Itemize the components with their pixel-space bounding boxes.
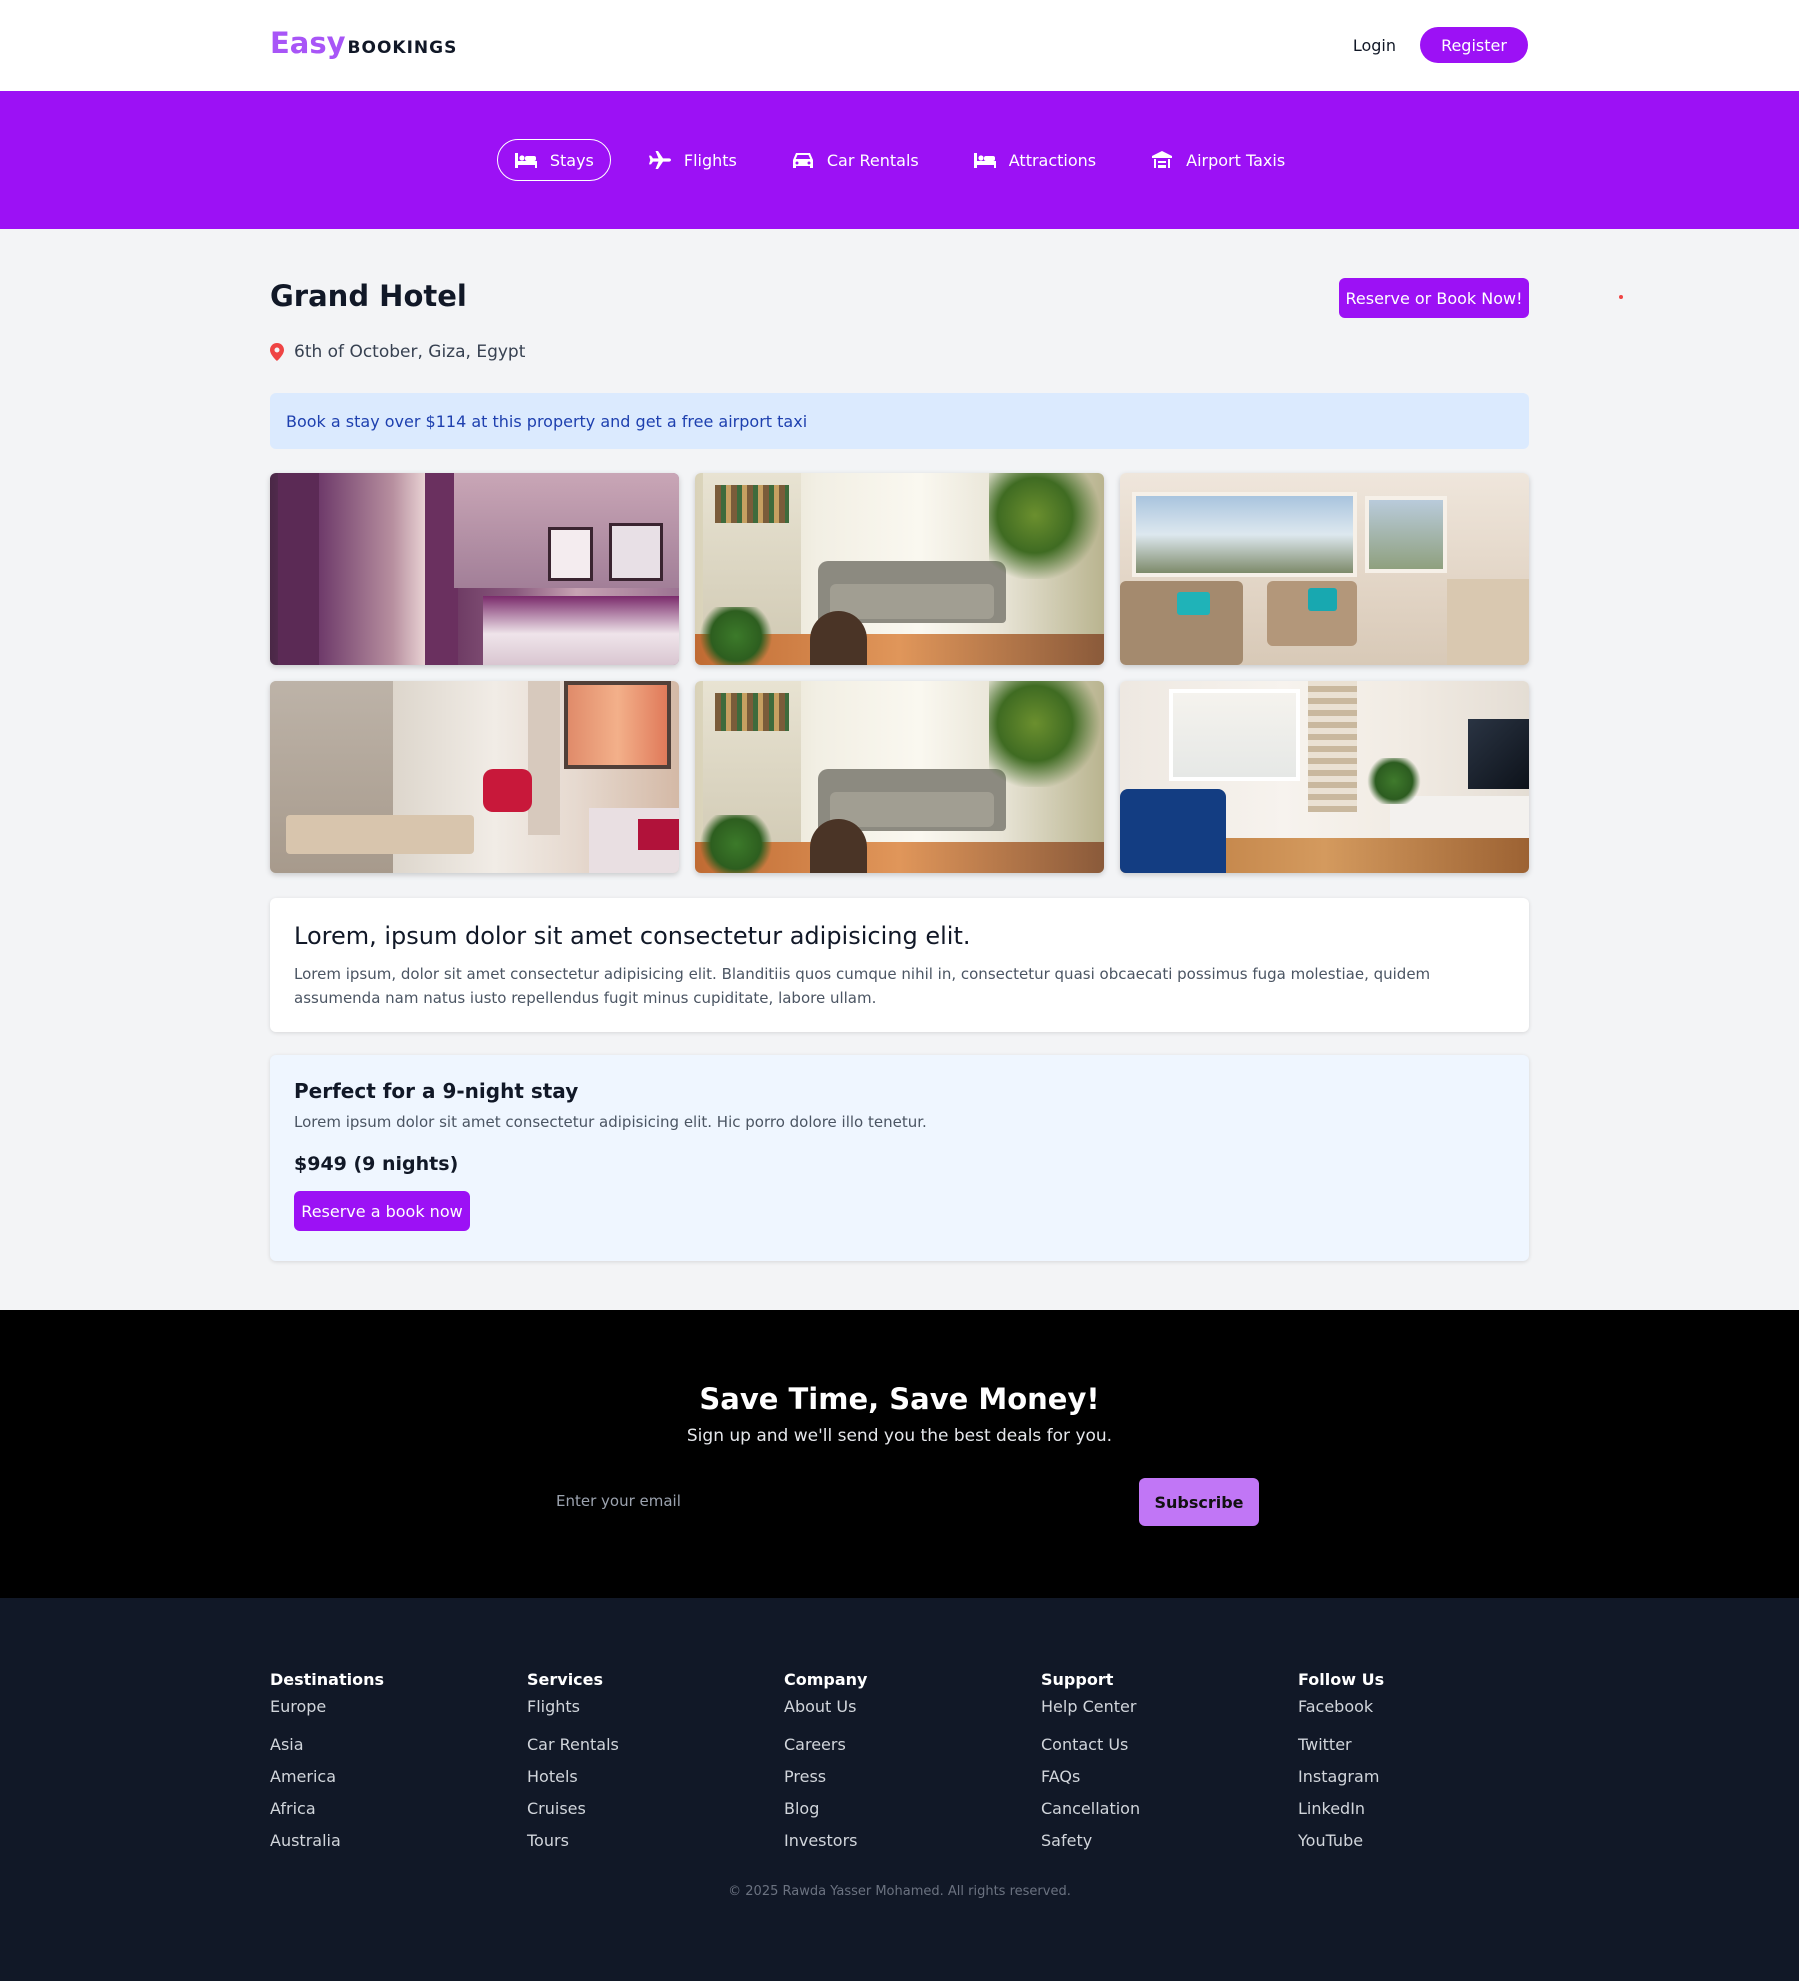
footer-col-title: Services xyxy=(527,1670,604,1689)
stay-offer-card: Perfect for a 9-night stay Lorem ipsum d… xyxy=(270,1055,1529,1261)
hotel-photo-living-room-2[interactable] xyxy=(695,681,1104,873)
tab-car-rentals[interactable]: Car Rentals xyxy=(774,139,936,181)
hotel-main: Grand Hotel Reserve or Book Now! 6th of … xyxy=(0,229,1799,1310)
tab-stays-label: Stays xyxy=(549,150,594,170)
footer-link[interactable]: Africa xyxy=(270,1793,527,1825)
copyright-text: © 2025 Rawda Yasser Mohamed. All rights … xyxy=(728,1884,1071,1899)
footer-col-title: Follow Us xyxy=(1298,1670,1385,1689)
hotel-photo-living-room[interactable] xyxy=(695,473,1104,665)
plane-icon xyxy=(648,151,671,169)
footer-link[interactable]: Twitter xyxy=(1298,1729,1555,1761)
footer-link[interactable]: America xyxy=(270,1761,527,1793)
car-icon xyxy=(792,153,813,168)
hotel-photo-bright-living-room[interactable] xyxy=(1120,473,1529,665)
description-text: Lorem ipsum, dolor sit amet consectetur … xyxy=(294,965,1431,1007)
footer-link[interactable]: LinkedIn xyxy=(1298,1793,1555,1825)
login-link[interactable]: Login xyxy=(1353,36,1396,55)
email-input[interactable]: Enter your email xyxy=(540,1478,1130,1524)
tab-airport-taxis-label: Airport Taxis xyxy=(1186,150,1286,170)
bed-icon xyxy=(973,153,996,168)
stay-price: $949 (9 nights) xyxy=(294,1153,459,1175)
footer-columns: Destinations Europe Asia America Africa … xyxy=(270,1670,1555,1857)
tab-car-rentals-label: Car Rentals xyxy=(826,150,919,170)
hotel-location: 6th of October, Giza, Egypt xyxy=(270,342,525,362)
footer-link[interactable]: Help Center xyxy=(1041,1697,1298,1729)
footer-link[interactable]: Hotels xyxy=(527,1761,784,1793)
newsletter-subtitle: Sign up and we'll send you the best deal… xyxy=(686,1426,1113,1446)
footer-link[interactable]: Car Rentals xyxy=(527,1729,784,1761)
footer-link[interactable]: Investors xyxy=(784,1825,1041,1857)
footer-col-title: Destinations xyxy=(270,1670,385,1689)
footer-col-title: Support xyxy=(1041,1670,1114,1689)
tab-airport-taxis[interactable]: Airport Taxis xyxy=(1133,139,1302,181)
description-title: Lorem, ipsum dolor sit amet consectetur … xyxy=(294,922,971,950)
newsletter-section: Save Time, Save Money! Sign up and we'll… xyxy=(0,1310,1799,1598)
tab-attractions-label: Attractions xyxy=(1008,150,1097,170)
site-footer: Destinations Europe Asia America Africa … xyxy=(0,1598,1799,1981)
footer-link[interactable]: YouTube xyxy=(1298,1825,1555,1857)
footer-col-follow-us: Follow Us Facebook Twitter Instagram Lin… xyxy=(1298,1670,1555,1857)
tab-flights-label: Flights xyxy=(683,150,737,170)
hotel-title: Grand Hotel xyxy=(270,279,467,313)
hotel-photo-apartment-kitchen[interactable] xyxy=(270,681,679,873)
top-header: Easy BOOKINGS Login Register xyxy=(0,0,1799,91)
location-pin-icon xyxy=(270,343,284,361)
subscribe-button[interactable]: Subscribe xyxy=(1139,1478,1259,1526)
footer-link[interactable]: Australia xyxy=(270,1825,527,1857)
bed-icon xyxy=(514,153,537,168)
footer-link[interactable]: Blog xyxy=(784,1793,1041,1825)
footer-link[interactable]: Tours xyxy=(527,1825,784,1857)
logo-bookings-text: BOOKINGS xyxy=(347,38,458,58)
promo-banner: Book a stay over $114 at this property a… xyxy=(270,393,1529,449)
site-logo[interactable]: Easy BOOKINGS xyxy=(270,26,457,60)
stay-title: Perfect for a 9-night stay xyxy=(294,1079,579,1103)
indicator-dot xyxy=(1619,295,1623,299)
stay-text: Lorem ipsum dolor sit amet consectetur a… xyxy=(294,1113,927,1131)
footer-link[interactable]: Careers xyxy=(784,1729,1041,1761)
footer-col-title: Company xyxy=(784,1670,868,1689)
footer-link[interactable]: Press xyxy=(784,1761,1041,1793)
footer-link[interactable]: Cruises xyxy=(527,1793,784,1825)
hotel-address: 6th of October, Giza, Egypt xyxy=(294,342,526,362)
footer-link[interactable]: Asia xyxy=(270,1729,527,1761)
tab-stays[interactable]: Stays xyxy=(496,139,611,181)
footer-col-company: Company About Us Careers Press Blog Inve… xyxy=(784,1670,1041,1857)
footer-col-destinations: Destinations Europe Asia America Africa … xyxy=(270,1670,527,1857)
logo-easy-text: Easy xyxy=(270,26,346,60)
newsletter-title: Save Time, Save Money! xyxy=(699,1382,1100,1416)
footer-col-services: Services Flights Car Rentals Hotels Crui… xyxy=(527,1670,784,1857)
footer-link[interactable]: Europe xyxy=(270,1697,527,1729)
footer-link[interactable]: Facebook xyxy=(1298,1697,1555,1729)
footer-link[interactable]: Flights xyxy=(527,1697,784,1729)
description-card: Lorem, ipsum dolor sit amet consectetur … xyxy=(270,898,1529,1032)
tab-flights[interactable]: Flights xyxy=(631,139,754,181)
footer-link[interactable]: About Us xyxy=(784,1697,1041,1729)
footer-col-support: Support Help Center Contact Us FAQs Canc… xyxy=(1041,1670,1298,1857)
footer-link[interactable]: Cancellation xyxy=(1041,1793,1298,1825)
footer-link[interactable]: Contact Us xyxy=(1041,1729,1298,1761)
hotel-photo-purple-bedroom[interactable] xyxy=(270,473,679,665)
photo-gallery xyxy=(270,473,1529,873)
footer-link[interactable]: Safety xyxy=(1041,1825,1298,1857)
register-button[interactable]: Register xyxy=(1420,27,1528,63)
taxi-icon xyxy=(1152,151,1173,168)
footer-link[interactable]: FAQs xyxy=(1041,1761,1298,1793)
reserve-now-button[interactable]: Reserve or Book Now! xyxy=(1339,278,1529,318)
footer-link[interactable]: Instagram xyxy=(1298,1761,1555,1793)
auth-nav: Login Register xyxy=(1353,27,1528,63)
reserve-book-button[interactable]: Reserve a book now xyxy=(294,1191,470,1231)
tab-attractions[interactable]: Attractions xyxy=(956,139,1113,181)
hotel-photo-white-room[interactable] xyxy=(1120,681,1529,873)
services-nav: Stays Flights Car Rentals Attractions Ai… xyxy=(0,91,1799,229)
